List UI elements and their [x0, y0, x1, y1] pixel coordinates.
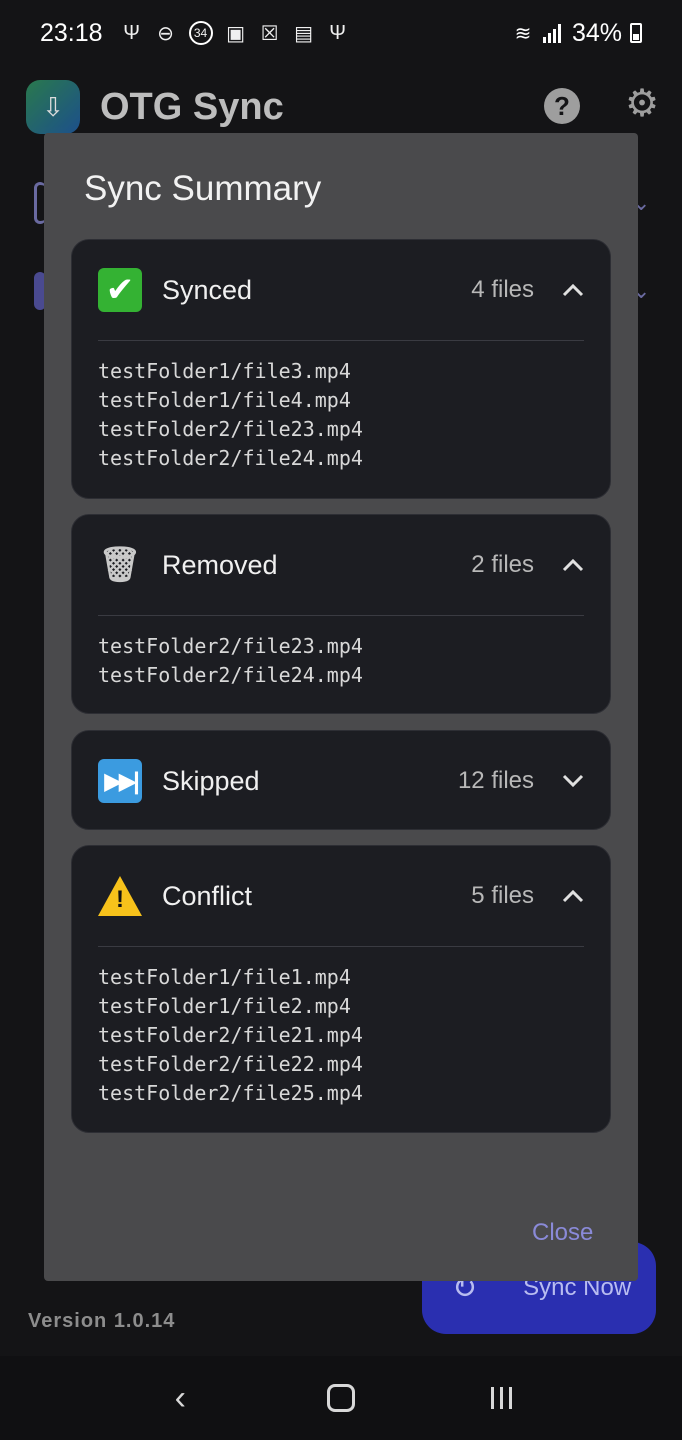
warning-icon: !: [98, 874, 142, 918]
chevron-up-icon[interactable]: [562, 885, 584, 907]
dialog-title: Sync Summary: [84, 169, 322, 208]
usb-icon: Ψ: [329, 21, 346, 44]
list-item: testFolder2/file24.mp4: [98, 663, 363, 687]
chevron-up-icon[interactable]: [562, 279, 584, 301]
section-count: 12 files: [457, 767, 534, 794]
section-skipped: ▶▶| Skipped 12 files: [71, 730, 611, 830]
trash-icon: 🗑: [98, 546, 142, 584]
section-header[interactable]: ! Conflict 5 files: [72, 846, 610, 946]
chevron-up-icon[interactable]: [562, 554, 584, 576]
status-notification-icons: Ψ ⊖ 34 ▣ ☒ ▤ Ψ: [121, 21, 349, 45]
calendar-icon: ▤: [294, 22, 314, 45]
section-label: Conflict: [162, 880, 253, 911]
home-icon: [326, 1384, 355, 1412]
excel-icon: ☒: [260, 22, 279, 45]
section-count: 5 files: [471, 882, 534, 909]
list-item: testFolder2/file22.mp4: [98, 1052, 363, 1076]
chevron-down-icon[interactable]: [562, 770, 584, 792]
recents-button[interactable]: [472, 1368, 532, 1428]
wifi-icon: ≋: [514, 22, 532, 45]
list-item: testFolder1/file4.mp4: [98, 388, 351, 412]
file-list: testFolder1/file3.mp4 testFolder1/file4.…: [72, 341, 610, 495]
home-button[interactable]: [311, 1368, 371, 1428]
help-icon[interactable]: ?: [544, 88, 580, 124]
section-count: 4 files: [471, 276, 534, 303]
status-time: 23:18: [40, 18, 103, 47]
fast-forward-icon: ▶▶|: [98, 759, 142, 803]
gear-icon[interactable]: ⚙: [622, 84, 662, 124]
battery-percent: 34%: [571, 18, 622, 47]
status-right: ≋ 34%: [512, 19, 642, 48]
section-removed: 🗑 Removed 2 files testFolder2/file23.mp4…: [71, 514, 611, 714]
check-mark-icon: ✔: [98, 268, 142, 312]
sync-summary-dialog: Sync Summary ✔ Synced 4 files testFolder…: [44, 133, 638, 1281]
close-button[interactable]: Close: [532, 1219, 593, 1247]
list-item: testFolder2/file24.mp4: [98, 446, 363, 470]
list-item: testFolder2/file21.mp4: [98, 1023, 363, 1047]
list-item: testFolder2/file23.mp4: [98, 634, 363, 658]
section-label: Synced: [162, 274, 253, 305]
list-item: testFolder2/file25.mp4: [98, 1081, 363, 1105]
file-list: testFolder1/file1.mp4 testFolder1/file2.…: [72, 947, 610, 1130]
section-count: 2 files: [471, 551, 534, 578]
section-label: Skipped: [162, 765, 260, 796]
section-label: Removed: [162, 549, 278, 580]
signal-icon: [542, 22, 564, 44]
usb-icon: Ψ: [123, 21, 140, 44]
notification-34-icon: 34: [188, 21, 213, 45]
recents-icon: [490, 1387, 512, 1409]
image-icon: ▣: [226, 22, 246, 45]
app-logo-icon: ⇩: [26, 80, 80, 134]
back-button[interactable]: ‹: [150, 1368, 210, 1428]
app-title: OTG Sync: [100, 85, 284, 128]
status-bar: 23:18 Ψ ⊖ 34 ▣ ☒ ▤ Ψ ≋ 34%: [0, 0, 682, 66]
list-item: testFolder1/file2.mp4: [98, 994, 351, 1018]
section-conflict: ! Conflict 5 files testFolder1/file1.mp4…: [71, 845, 611, 1133]
section-synced: ✔ Synced 4 files testFolder1/file3.mp4 t…: [71, 239, 611, 499]
section-header[interactable]: ✔ Synced 4 files: [72, 240, 610, 340]
list-item: testFolder1/file3.mp4: [98, 359, 351, 383]
back-icon: ‹: [174, 1378, 186, 1417]
list-item: testFolder2/file23.mp4: [98, 417, 363, 441]
file-list: testFolder2/file23.mp4 testFolder2/file2…: [72, 616, 610, 712]
version-label: Version 1.0.14: [28, 1310, 176, 1332]
battery-icon: [630, 23, 642, 43]
section-header[interactable]: ▶▶| Skipped 12 files: [72, 731, 610, 831]
navigation-bar: ‹: [0, 1356, 682, 1440]
dnd-icon: ⊖: [157, 22, 174, 45]
section-header[interactable]: 🗑 Removed 2 files: [72, 515, 610, 615]
list-item: testFolder1/file1.mp4: [98, 965, 351, 989]
app-header: ⇩ OTG Sync: [26, 80, 284, 134]
